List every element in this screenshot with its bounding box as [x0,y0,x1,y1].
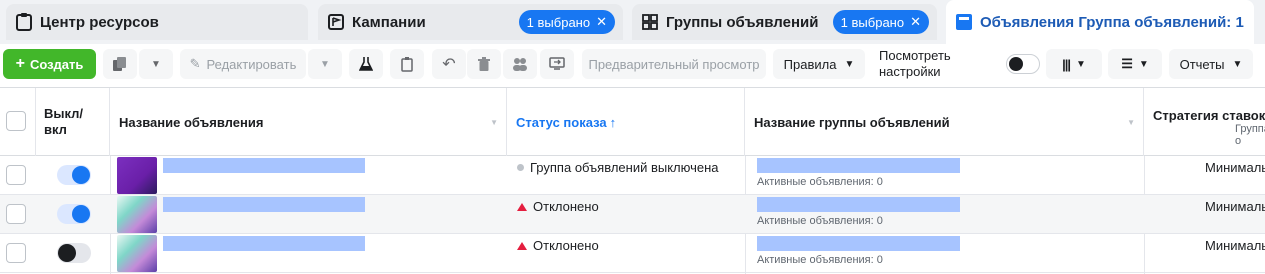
ad-name-redacted[interactable] [163,236,365,251]
table-row[interactable]: Отклонено Активные объявления: 0 Минимал… [0,195,1265,234]
ads-table: Выкл/ вкл Название объявления ▼ Статус п… [0,88,1265,274]
sort-caret-icon: ▼ [490,117,498,127]
row-checkbox[interactable] [6,204,26,224]
row-checkbox[interactable] [6,243,26,263]
columns-dropdown[interactable]: ||| ▼ [1046,49,1102,79]
preview-button[interactable]: Предварительный просмотр [582,49,766,79]
edit-dropdown[interactable]: ▼ [308,49,342,79]
tab-label: Группы объявлений [666,13,819,31]
delete-button[interactable] [467,49,501,79]
status-cell: Отклонено [517,238,599,253]
adset-name-redacted[interactable] [757,197,960,212]
undo-icon: ↶ [442,56,456,73]
select-all-checkbox[interactable] [6,111,26,131]
tab-resource-center[interactable]: Центр ресурсов [6,4,308,40]
sort-caret-icon: ▼ [1127,117,1135,127]
column-ad-name[interactable]: Название объявления ▼ [111,88,507,156]
sort-up-icon: ↑ [609,114,617,130]
chevron-down-icon: ▼ [1076,58,1086,70]
duplicate-icon [113,57,126,71]
toolbar: + Создать ▼ ✎ Редактировать ▼ ↶ Предвари… [0,44,1265,88]
chevron-down-icon: ▼ [1138,58,1149,70]
trash-icon [478,57,490,71]
view-settings-label: Посмотреть настройки [879,48,951,79]
warning-triangle-icon [517,241,527,250]
audience-button[interactable] [503,49,537,79]
ad-toggle[interactable] [57,204,91,224]
pencil-icon: ✎ [189,56,201,71]
tab-ads[interactable]: Объявления Группа объявлений: 1 [946,0,1254,44]
table-row[interactable]: Группа объявлений выключена Активные объ… [0,156,1265,195]
ad-thumbnail[interactable] [117,157,157,194]
ad-name-redacted[interactable] [163,158,365,173]
ad-thumbnail[interactable] [117,196,157,233]
column-adset-name[interactable]: Название группы объявлений ▼ [746,88,1144,156]
flag-icon [326,12,346,32]
column-strategy[interactable]: Стратегия ставок Группа о [1145,88,1265,156]
compare-button[interactable] [540,49,574,79]
tab-label: Кампании [352,13,426,31]
breakdown-dropdown[interactable]: ☰ ▼ [1108,49,1162,79]
reports-dropdown[interactable]: Отчеты ▼ [1169,49,1253,79]
column-onoff[interactable]: Выкл/ вкл [36,88,110,156]
warning-triangle-icon [517,202,527,211]
columns-icon: ||| [1062,56,1071,72]
chevron-down-icon: ▼ [844,58,855,70]
status-cell: Группа объявлений выключена [517,160,719,175]
create-button[interactable]: + Создать [3,49,96,79]
column-status[interactable]: Статус показа ↑ [508,88,745,156]
selected-badge[interactable]: 1 выбрано ✕ [518,10,615,34]
close-icon[interactable]: ✕ [596,14,607,30]
adset-name-redacted[interactable] [757,236,960,251]
chevron-down-icon: ▼ [151,58,161,70]
tab-campaigns[interactable]: Кампании 1 выбрано ✕ [318,4,623,40]
compare-icon [549,57,565,70]
breakdown-icon: ☰ [1121,56,1133,71]
status-dot-icon [517,164,524,171]
rules-dropdown[interactable]: Правила ▼ [773,49,865,79]
people-icon [513,58,527,71]
flask-icon [359,57,373,71]
tab-bar: Центр ресурсов Кампании 1 выбрано ✕ Груп… [0,0,1265,44]
selected-badge[interactable]: 1 выбрано ✕ [832,10,929,34]
ad-icon [954,12,974,32]
plus-icon: + [15,55,25,72]
table-row[interactable]: Отклонено Активные объявления: 0 Минимал… [0,234,1265,273]
table-header: Выкл/ вкл Название объявления ▼ Статус п… [0,88,1265,156]
chevron-down-icon: ▼ [320,58,330,70]
row-checkbox[interactable] [6,165,26,185]
tab-label: Объявления Группа объявлений: 1 [980,13,1244,31]
grid-icon [640,12,660,32]
status-cell: Отклонено [517,199,599,214]
clipboard-icon [401,56,413,72]
ad-toggle[interactable] [57,243,91,263]
undo-button[interactable]: ↶ [432,49,466,79]
ad-toggle[interactable] [57,165,91,185]
tab-ad-sets[interactable]: Группы объявлений 1 выбрано ✕ [632,4,937,40]
select-all-column [0,88,36,156]
clipboard-icon [14,12,34,32]
ad-thumbnail[interactable] [117,235,157,272]
tab-label: Центр ресурсов [40,13,159,31]
adset-name-redacted[interactable] [757,158,960,173]
view-settings-toggle[interactable] [1006,54,1040,74]
chevron-down-icon: ▼ [1232,58,1243,70]
ad-name-redacted[interactable] [163,197,365,212]
test-button[interactable] [349,49,383,79]
edit-button[interactable]: ✎ Редактировать [180,49,306,79]
close-icon[interactable]: ✕ [910,14,921,30]
duplicate-button[interactable] [103,49,137,79]
clipboard-button[interactable] [390,49,424,79]
duplicate-dropdown[interactable]: ▼ [139,49,173,79]
